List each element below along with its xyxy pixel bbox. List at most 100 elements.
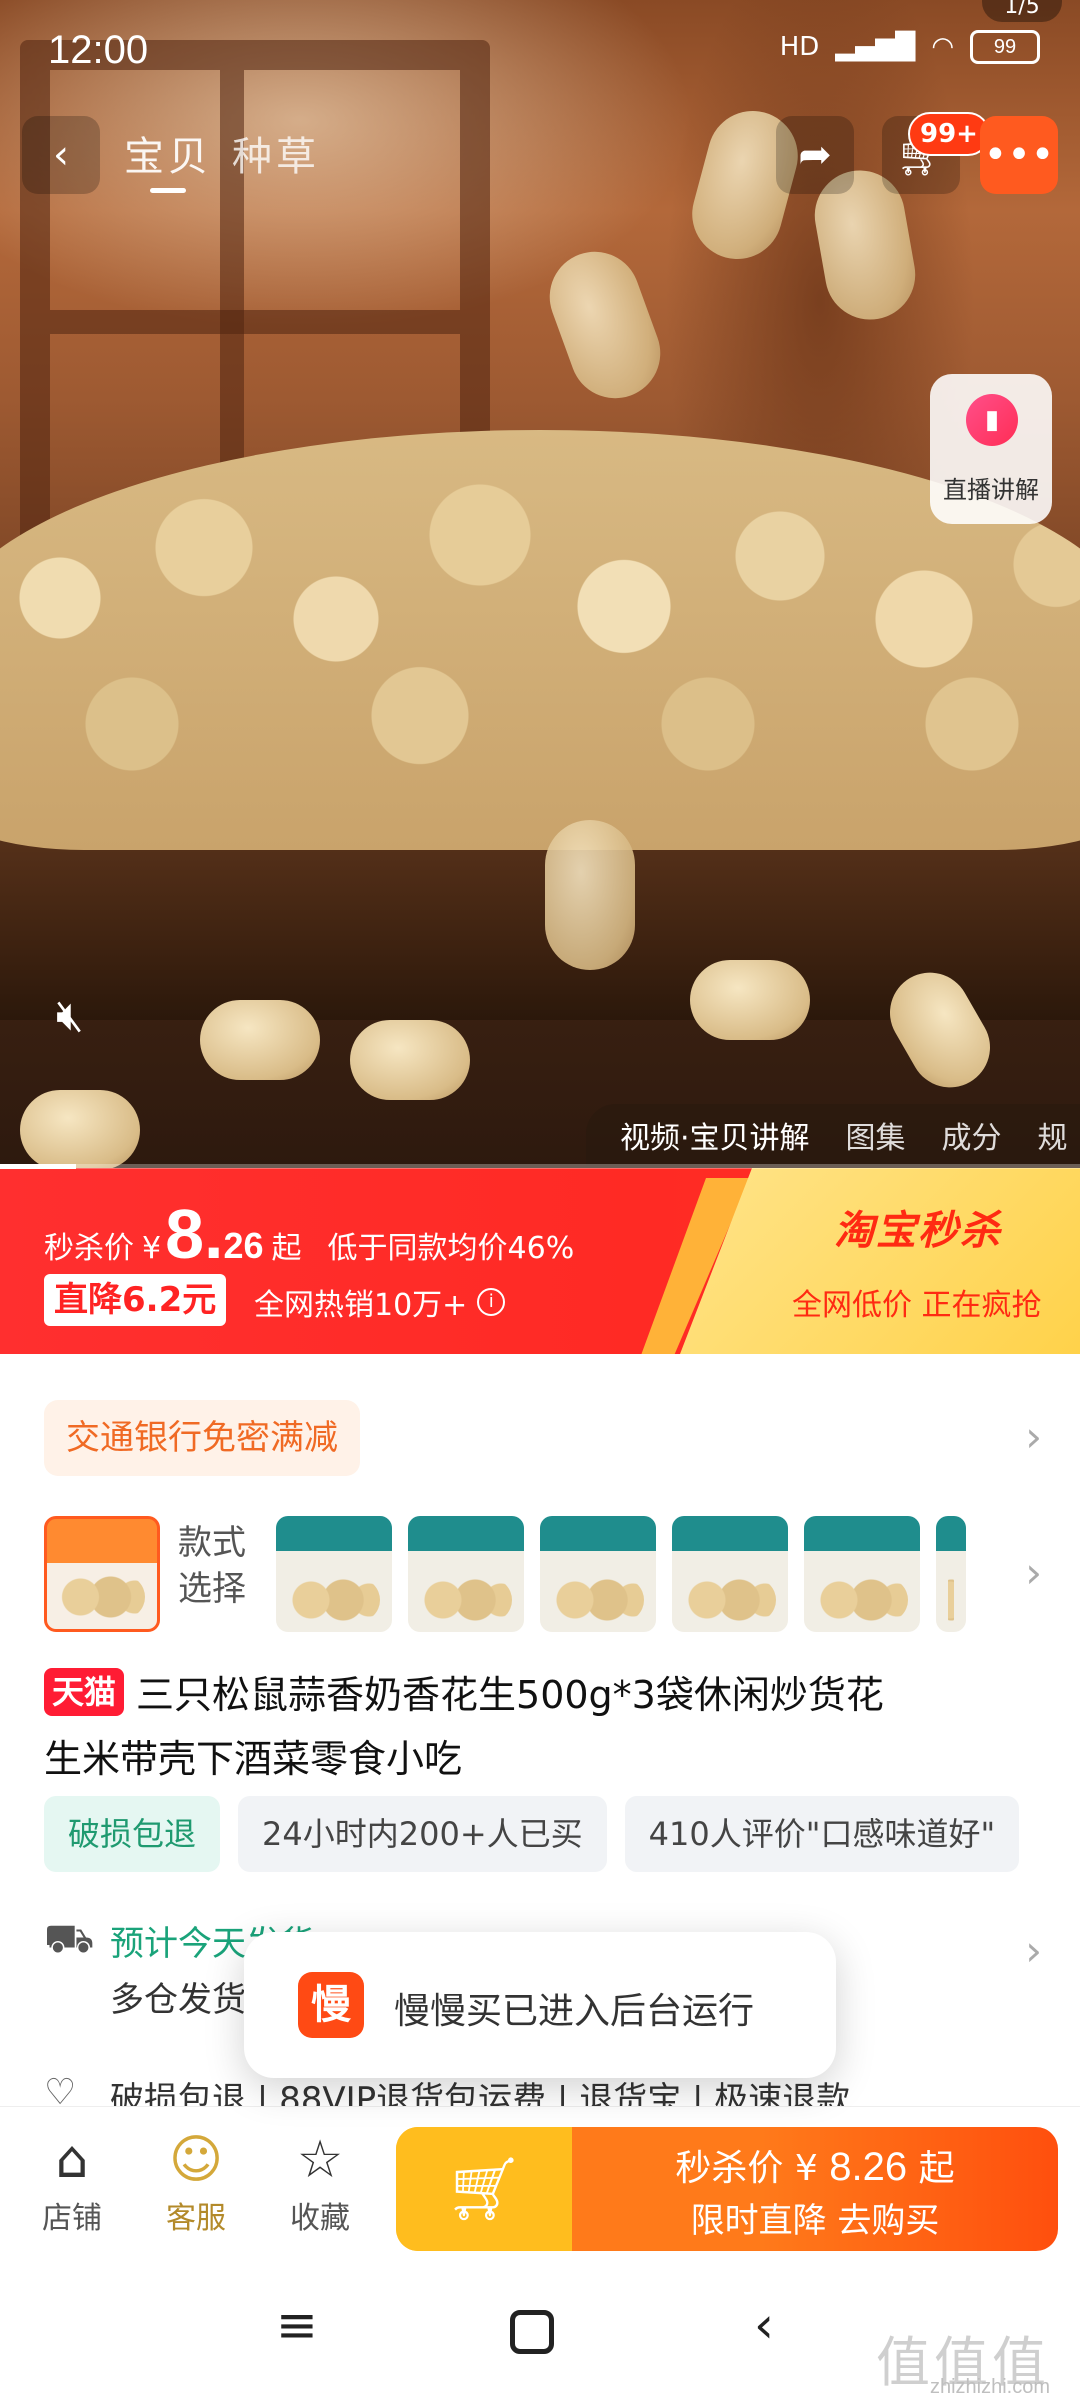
variant-thumb[interactable] [804,1516,920,1632]
variant-thumb[interactable] [44,1516,160,1632]
loose-peanut [20,1090,140,1168]
screen: 12:00 1/5 HD ▂▄▆█ ◠ 99 ‹ 宝贝 种草 ➦ 🛒︎ 99+ … [0,0,1080,2400]
flash-sale-banner[interactable]: 秒杀价 ¥ 8. 26 起 低于同款均价46% 直降6.2元 全网热销10万+ … [0,1168,1080,1354]
active-tab-indicator [150,188,186,193]
tmall-tag: 天猫 [44,1667,125,1716]
more-button[interactable]: ••• [980,116,1058,194]
bottom-action-bar: ⌂ 店铺 ☺ 客服 ☆ 收藏 🛒︎ 秒杀价 ¥ 8.26 起 限时直降 去购买 [0,2106,1080,2266]
feature-chip[interactable]: 410人评价"口感味道好" [624,1796,1020,1872]
image-counter: 1/5 [982,0,1062,22]
customer-service-label: 客服 [166,2201,226,2236]
buy-price: 8.26 [829,2145,908,2189]
price-suffix: 起 [271,1231,302,1266]
price-currency: ¥ [142,1231,162,1266]
more-icon: ••• [983,132,1055,178]
top-nav: ‹ 宝贝 种草 ➦ 🛒︎ 99+ ••• [0,112,1080,198]
tab-baobei[interactable]: 宝贝 [124,124,212,182]
share-icon: ➦ [798,132,832,178]
live-explain-button[interactable]: ▮ 直播讲解 [930,374,1052,524]
battery-icon: 99 [970,30,1040,64]
media-tab-specs[interactable]: 规 [1038,1113,1068,1157]
shop-button[interactable]: ⌂ 店铺 [22,2127,122,2237]
feature-chips: 破损包退 24小时内200+人已买 410人评价"口感味道好" [44,1796,1020,1872]
manmanmai-logo: 慢 [298,1972,364,2038]
back-icon[interactable]: ‹ [754,2296,774,2354]
customer-service-button[interactable]: ☺ 客服 [146,2127,246,2237]
delivery-warehouse: 多仓发货 [110,1980,246,2020]
price-decimal: 26 [223,1225,264,1266]
back-arrow-icon: ‹ [53,132,69,178]
wifi-icon: ◠ [931,32,954,62]
hd-icon: HD [779,32,820,62]
favorite-button[interactable]: ☆ 收藏 [270,2127,370,2237]
customer-service-icon: ☺ [168,2130,224,2190]
status-time: 12:00 [48,28,149,72]
taobao-seckill-logo: 淘宝秒杀 [834,1208,1002,1254]
price-compare: 低于同款均价46% [327,1231,575,1266]
truck-icon: ⛟ [44,1916,95,1962]
add-to-cart-icon[interactable]: 🛒︎ [396,2127,572,2251]
falling-peanut [545,820,635,970]
media-tab-video[interactable]: 视频·宝贝讲解 [620,1113,810,1157]
watermark-url: zhizhizhi.com [929,2376,1050,2398]
hot-sale-text: 全网热销10万+ [254,1288,468,1323]
buy-suffix: 起 [918,2148,955,2189]
variant-thumb[interactable] [672,1516,788,1632]
price-drop-tag: 直降6.2元 [44,1274,227,1326]
background-toast: 慢 慢慢买已进入后台运行 [244,1932,836,2078]
variant-thumb[interactable] [540,1516,656,1632]
tab-zhongcao[interactable]: 种草 [232,124,320,182]
flash-price: 秒杀价 ¥ 8. 26 起 低于同款均价46% [44,1194,574,1274]
loose-peanut [350,1020,470,1100]
toast-message: 慢慢买已进入后台运行 [394,1991,755,2032]
product-title-line1: 三只松鼠蒜香奶香花生500g*3袋休闲炒货花 [136,1673,884,1717]
feature-chip[interactable]: 24小时内200+人已买 [238,1796,607,1872]
video-progress-fill [0,1164,76,1169]
variant-thumb[interactable] [936,1516,966,1632]
buy-now-button[interactable]: 🛒︎ 秒杀价 ¥ 8.26 起 限时直降 去购买 [396,2127,1058,2251]
shop-label: 店铺 [42,2201,102,2236]
variant-thumb[interactable] [408,1516,524,1632]
loose-peanut [690,960,810,1040]
media-tabs: 视频·宝贝讲解 图集 成分 规 [586,1104,1080,1166]
chevron-right-icon[interactable]: › [1025,1926,1042,1975]
shop-icon: ⌂ [55,2130,89,2190]
product-title-line2: 生米带壳下酒菜零食小吃 [44,1737,463,1781]
peanut-pile [0,430,1080,850]
loose-peanut [200,1000,320,1080]
share-button[interactable]: ➦ [776,116,854,194]
star-icon: ☆ [296,2130,344,2190]
buy-currency: ¥ [794,2148,818,2189]
video-progress-track[interactable] [0,1164,1080,1169]
price-prefix: 秒杀价 [44,1231,134,1266]
media-tab-gallery[interactable]: 图集 [846,1113,906,1157]
bank-promo-chip[interactable]: 交通银行免密满减 [44,1400,360,1476]
variant-thumb[interactable] [276,1516,392,1632]
chevron-right-icon[interactable]: › [1025,1548,1042,1597]
cart-badge: 99+ [908,112,990,156]
buy-price-prefix: 秒杀价 [675,2148,784,2189]
buy-price-line: 秒杀价 ¥ 8.26 起 [572,2139,1058,2191]
home-icon[interactable] [510,2310,554,2354]
product-title: 天猫 三只松鼠蒜香奶香花生500g*3袋休闲炒货花 [44,1664,1044,1719]
signal-icon: ▂▄▆█ [835,32,916,62]
media-tab-ingredients[interactable]: 成分 [942,1113,1002,1157]
favorite-label: 收藏 [290,2201,350,2236]
variant-selector[interactable]: 款式选择 [44,1514,1044,1634]
status-icons: HD ▂▄▆█ ◠ 99 [780,30,1040,64]
back-button[interactable]: ‹ [22,116,100,194]
chevron-right-icon[interactable]: › [1025,1412,1042,1461]
menu-icon[interactable]: ≡ [276,2296,318,2354]
live-bars-icon: ▮ [966,394,1018,446]
info-icon: i [477,1288,506,1316]
taobao-seckill-subtitle: 全网低价 正在疯抢 [792,1288,1042,1323]
hot-sale-info[interactable]: 全网热销10万+ i [254,1280,506,1324]
status-bar: 12:00 1/5 HD ▂▄▆█ ◠ 99 [0,0,1080,100]
feature-chip[interactable]: 破损包退 [44,1796,221,1872]
price-integer: 8. [165,1195,224,1273]
live-explain-label: 直播讲解 [943,476,1039,504]
variant-label: 款式选择 [178,1523,246,1609]
mute-icon[interactable]: 🔇︎ [56,990,116,1050]
falling-peanut [537,239,673,411]
buy-subtitle: 限时直降 去购买 [690,2201,940,2241]
